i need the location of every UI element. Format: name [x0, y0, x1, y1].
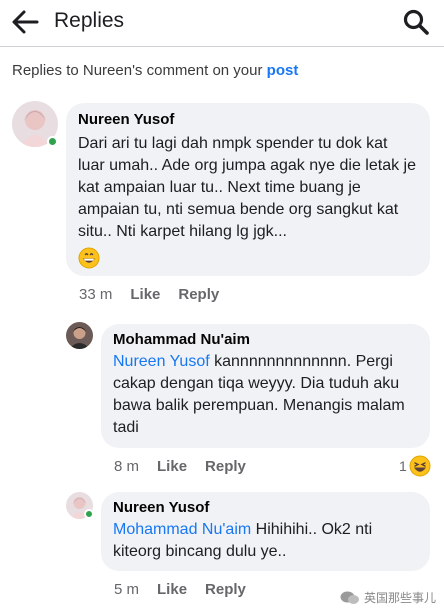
watermark-text: 英国那些事儿 [363, 591, 436, 605]
context-text: Replies to Nureen's comment on your [12, 62, 263, 79]
top-bar: Replies [0, 0, 444, 44]
reply-button[interactable]: Reply [205, 581, 246, 598]
online-status-indicator [47, 136, 58, 147]
page-title: Replies [54, 9, 125, 32]
back-arrow-icon[interactable] [10, 8, 40, 36]
comment-time: 5 m [114, 581, 140, 598]
watermark: 英国那些事儿 [340, 589, 436, 606]
comment-bubble: Nureen Yusof Dari ari tu lagi dah nmpk s… [66, 103, 430, 276]
avatar[interactable] [66, 322, 93, 349]
reply-bubble: Nureen Yusof Mohammad Nu'aim Hihihihi.. … [101, 492, 430, 571]
reaction-count: 1 [399, 458, 407, 474]
comment-author[interactable]: Nureen Yusof [78, 111, 418, 128]
search-icon[interactable] [402, 8, 430, 36]
comment-actions: 33 m Like Reply [79, 286, 237, 303]
comment-time: 8 m [114, 458, 140, 475]
comment-actions: 5 m Like Reply [114, 581, 264, 598]
comment-author[interactable]: Mohammad Nu'aim [113, 331, 418, 348]
header-divider [0, 46, 444, 47]
user-mention[interactable]: Mohammad Nu'aim [113, 521, 251, 538]
comment-actions: 8 m Like Reply [114, 458, 264, 475]
like-button[interactable]: Like [157, 458, 187, 475]
user-mention[interactable]: Nureen Yusof [113, 353, 210, 370]
online-status-indicator [84, 509, 94, 519]
laughing-face-icon [409, 455, 431, 477]
reply-bubble: Mohammad Nu'aim Nureen Yusof kannnnnnnnn… [101, 324, 430, 448]
comment-time: 33 m [79, 286, 113, 303]
reply-button[interactable]: Reply [178, 286, 219, 303]
comment-author[interactable]: Nureen Yusof [113, 499, 418, 516]
grinning-face-icon [78, 247, 100, 269]
wechat-icon [340, 591, 359, 604]
post-link[interactable]: post [267, 62, 299, 79]
like-button[interactable]: Like [157, 581, 187, 598]
comment-text: Dari ari tu lagi dah nmpk spender tu dok… [78, 135, 416, 240]
comment-text: Mohammad Nu'aim Hihihihi.. Ok2 nti kiteo… [113, 519, 418, 563]
reply-button[interactable]: Reply [205, 458, 246, 475]
comment-text: Nureen Yusof kannnnnnnnnnnnn. Pergi caka… [113, 351, 418, 439]
like-button[interactable]: Like [130, 286, 160, 303]
replies-context: Replies to Nureen's comment on your post [12, 62, 298, 79]
reaction-summary[interactable]: 1 [399, 455, 431, 477]
